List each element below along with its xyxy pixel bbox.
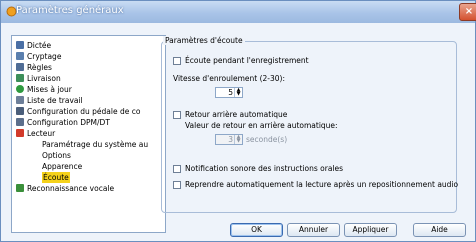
help-button[interactable]: Aide <box>413 223 466 237</box>
rewind-unit-label: seconde(s) <box>246 135 288 144</box>
title-bar: Paramètres généraux × <box>1 1 476 23</box>
resume-playback-checkbox[interactable] <box>173 181 181 189</box>
rewind-value-spinner[interactable]: 3 ▲ ▼ <box>215 134 243 145</box>
tree-subitem-parametrage[interactable]: Paramétrage du système au <box>42 139 148 150</box>
apply-button[interactable]: Appliquer <box>344 223 397 237</box>
speed-label: Vitesse d'enroulement (2-30): <box>173 74 285 83</box>
tree-subitem-options[interactable]: Options <box>42 150 71 161</box>
rewind-value-label: Valeur de retour en arrière automatique: <box>185 121 338 130</box>
ok-button[interactable]: OK <box>230 223 283 237</box>
spinner-arrows-icon[interactable]: ▲ ▼ <box>234 88 242 97</box>
update-icon <box>16 85 24 93</box>
cancel-button[interactable]: Annuler <box>287 223 340 237</box>
dictation-icon <box>16 41 24 49</box>
spinner-arrows-icon[interactable]: ▲ ▼ <box>234 135 242 144</box>
pedal-icon <box>16 107 24 115</box>
settings-tree[interactable]: Dictée Cryptage Règles Livraison Mises à… <box>11 35 166 233</box>
delivery-icon <box>16 74 24 82</box>
auto-rewind-label: Retour arrière automatique <box>185 110 288 119</box>
settings-window: Paramètres généraux × Dictée Cryptage Rè… <box>0 0 476 242</box>
player-icon <box>16 129 24 137</box>
audio-notify-label: Notification sonore des instructions ora… <box>185 164 344 173</box>
encryption-icon <box>16 52 24 60</box>
window-title: Paramètres généraux <box>16 5 124 16</box>
audio-notify-checkbox[interactable] <box>173 165 181 173</box>
rules-icon <box>16 63 24 71</box>
worklist-icon <box>16 96 24 104</box>
tree-subitem-ecoute[interactable]: Écoute <box>42 172 70 183</box>
auto-rewind-checkbox[interactable] <box>173 111 181 119</box>
listen-while-recording-label: Écoute pendant l'enregistrement <box>185 56 309 65</box>
device-icon <box>16 118 24 126</box>
speech-icon <box>16 184 24 192</box>
tree-subitem-apparence[interactable]: Apparence <box>42 161 82 172</box>
close-button[interactable]: × <box>459 3 476 21</box>
speed-spinner[interactable]: 5 ▲ ▼ <box>215 87 243 98</box>
resume-playback-label: Reprendre automatiquement la lecture apr… <box>185 180 459 189</box>
group-title: Paramètres d'écoute <box>163 36 245 45</box>
listen-while-recording-checkbox[interactable] <box>173 57 181 65</box>
